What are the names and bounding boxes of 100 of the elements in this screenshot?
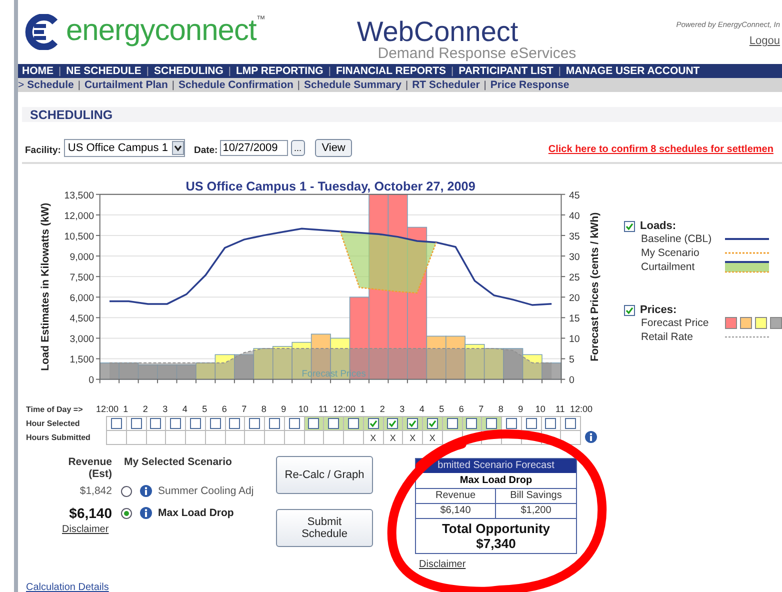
hour-checkbox[interactable] (426, 418, 438, 429)
subnav-item[interactable]: RT Scheduler (412, 79, 480, 91)
nav-item[interactable]: LMP REPORTING (236, 65, 324, 77)
confirm-link[interactable]: Click here to confirm 8 schedules for settlemen (548, 144, 774, 155)
time-of-day-label: Time of Day => (26, 404, 84, 414)
hour-checkbox[interactable] (268, 418, 280, 429)
forecast-value: $1,200 (496, 504, 576, 519)
hour-checkbox[interactable] (526, 418, 537, 429)
logout-link[interactable]: Logou (749, 35, 780, 47)
subnav-item[interactable]: Curtailment Plan (84, 79, 168, 91)
subnav-separator: | (78, 80, 80, 90)
logo-icon (24, 14, 60, 50)
hour-label: 8 (497, 404, 504, 414)
date-picker-button[interactable]: ... (290, 140, 305, 156)
hour-checkbox[interactable] (387, 418, 398, 429)
hour-label: 2 (378, 404, 386, 414)
action-button[interactable]: Submit Schedule (276, 509, 373, 547)
scenario-header: My Selected Scenario (124, 456, 232, 468)
hour-label: 5 (438, 404, 446, 414)
hour-label: 8 (260, 404, 268, 414)
forecast-scenario: Max Load Drop (416, 473, 576, 489)
revenue-header: Revenue (Est) (67, 456, 112, 480)
scenario-radio[interactable] (121, 508, 132, 518)
legend-label: Forecast Price (641, 317, 710, 329)
hour-label: 11 (554, 404, 566, 414)
hour-checkbox[interactable] (486, 418, 498, 429)
info-icon[interactable] (140, 507, 152, 519)
action-button[interactable]: Re-Calc / Graph (276, 456, 373, 494)
facility-dropdown[interactable]: US Office Campus 1 (64, 139, 185, 157)
subnav-separator: | (172, 80, 174, 90)
nav-item[interactable]: PARTICIPANT LIST (458, 65, 554, 77)
nav-separator: | (451, 66, 454, 76)
hour-checkbox[interactable] (210, 418, 221, 429)
subnav-item[interactable]: Price Response (490, 79, 570, 91)
info-icon[interactable] (140, 485, 152, 497)
nav-item[interactable]: SCHEDULING (154, 65, 224, 77)
subnav-item[interactable]: Schedule Summary (304, 79, 402, 91)
hour-label: 12:00 (96, 404, 116, 414)
nav-item[interactable]: MANAGE USER ACCOUNT (566, 65, 700, 77)
hour-checkbox[interactable] (288, 418, 300, 429)
hour-checkbox[interactable] (446, 418, 458, 429)
axis-tick-label: 15 (569, 314, 580, 325)
hour-checkbox[interactable] (130, 418, 142, 429)
subnav-item[interactable]: Schedule (27, 79, 74, 91)
hour-checkbox[interactable] (545, 418, 556, 429)
axis-tick-label: 40 (569, 210, 580, 222)
hour-label: 11 (317, 404, 329, 414)
date-label: Date: (194, 144, 218, 156)
legend-heading: Loads: (640, 220, 676, 232)
hour-label: 12:00 (570, 404, 590, 414)
hour-checkbox[interactable] (565, 418, 576, 429)
hour-checkbox[interactable] (328, 418, 340, 429)
subnav-item[interactable]: Schedule Confirmation (178, 79, 294, 91)
revenue-value: $6,140 (68, 505, 112, 521)
chart-title: US Office Campus 1 - Tuesday, October 27, 2009 (186, 179, 476, 194)
hour-checkbox[interactable] (170, 418, 182, 429)
subnav-separator: | (484, 80, 486, 90)
nav-item[interactable]: NE SCHEDULE (66, 65, 142, 77)
nav-item[interactable]: FINANCIAL REPORTS (336, 65, 446, 77)
axis-tick-label: 20 (569, 293, 580, 304)
hour-checkbox[interactable] (506, 418, 517, 429)
axis-tick-label: 7,500 (70, 272, 94, 284)
scenario-name: Max Load Drop (158, 507, 234, 519)
nav-item[interactable]: HOME (22, 65, 54, 77)
hour-checkbox[interactable] (110, 418, 122, 429)
nav-separator: | (146, 66, 149, 76)
nav-separator: | (58, 66, 62, 76)
caret-icon[interactable] (172, 141, 184, 155)
view-button[interactable]: View (314, 139, 352, 157)
axis-tick-label: 1,500 (70, 354, 94, 366)
nav-separator: | (228, 66, 232, 76)
disclaimer-link[interactable]: Disclaimer (62, 524, 114, 535)
legend-band-sample (725, 260, 769, 274)
disclaimer-link[interactable]: Disclaimer (419, 559, 466, 570)
hour-checkbox[interactable] (368, 418, 379, 429)
legend-checkbox[interactable] (624, 304, 635, 316)
legend-label: Curtailment (641, 261, 696, 273)
hour-checkbox[interactable] (150, 418, 162, 429)
hour-checkbox[interactable] (190, 418, 201, 429)
legend-label: Baseline (CBL) (641, 233, 713, 245)
hour-checkbox[interactable] (348, 418, 359, 429)
date-field[interactable]: 10/27/2009 (220, 140, 288, 156)
calculation-details-link[interactable]: Calculation Details (26, 582, 109, 592)
legend-label: Retail Rate (641, 331, 694, 343)
hour-checkbox[interactable] (407, 418, 418, 429)
axis-tick-label: 6,000 (70, 293, 94, 304)
axis-tick-label: 12,000 (64, 210, 94, 222)
hour-checkbox[interactable] (229, 418, 240, 429)
app-title: WebConnect (356, 17, 518, 47)
nav-separator: | (328, 66, 331, 76)
axis-tick-label: 45 (569, 190, 580, 202)
hour-checkbox[interactable] (249, 418, 260, 429)
hour-label: 3 (398, 404, 406, 414)
axis-tick-label: 13,500 (64, 190, 94, 202)
legend-checkbox[interactable] (624, 220, 635, 232)
info-icon[interactable] (585, 431, 597, 443)
hour-checkbox[interactable] (308, 418, 320, 429)
scenario-radio[interactable] (121, 486, 132, 496)
hour-label: 2 (142, 404, 149, 414)
hour-checkbox[interactable] (466, 418, 478, 429)
